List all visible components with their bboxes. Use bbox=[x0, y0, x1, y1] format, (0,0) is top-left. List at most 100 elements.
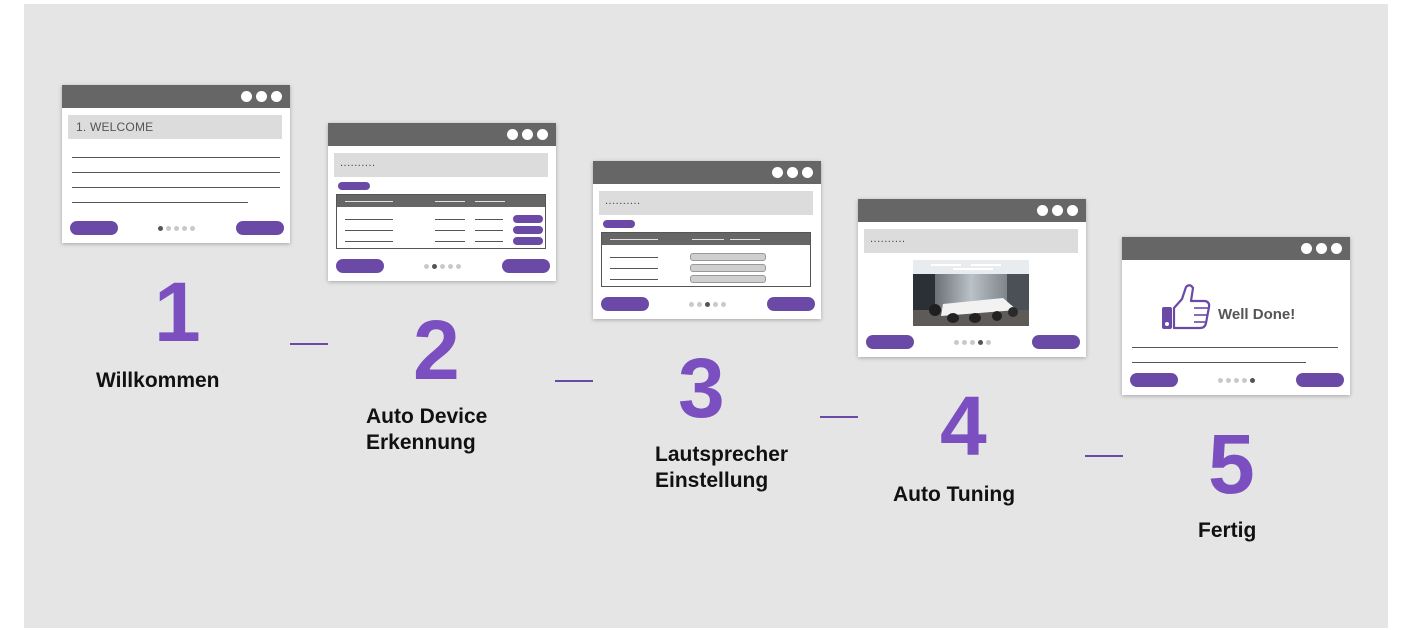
row-action-button[interactable] bbox=[513, 215, 543, 223]
page-indicator bbox=[1218, 378, 1255, 383]
step-3-number: 3 bbox=[678, 341, 725, 435]
speaker-slider[interactable] bbox=[690, 253, 766, 261]
process-diagram-canvas: 1. WELCOME .......... .......... .......… bbox=[24, 4, 1388, 628]
connector-dash bbox=[290, 343, 328, 345]
back-button[interactable] bbox=[866, 335, 914, 349]
screen-header: 1. WELCOME bbox=[68, 115, 282, 139]
row-action-button[interactable] bbox=[513, 226, 543, 234]
window-titlebar bbox=[62, 85, 290, 108]
content-line bbox=[72, 187, 280, 188]
step-3-window: .......... bbox=[593, 161, 821, 319]
page-dot bbox=[954, 340, 959, 345]
window-titlebar bbox=[858, 199, 1086, 222]
test-button[interactable] bbox=[603, 220, 635, 228]
step-1-label: Willkommen bbox=[96, 369, 220, 392]
step-3-label: Lautsprecher Einstellung bbox=[655, 443, 789, 492]
page-indicator bbox=[689, 302, 726, 307]
screen-title: .......... bbox=[870, 233, 906, 245]
table-row bbox=[610, 257, 658, 258]
page-dot bbox=[689, 302, 694, 307]
page-dot bbox=[705, 302, 710, 307]
next-button[interactable] bbox=[502, 259, 550, 273]
step-1-number: 1 bbox=[154, 265, 201, 359]
page-dot bbox=[962, 340, 967, 345]
screen-header: .......... bbox=[864, 229, 1078, 253]
page-dot bbox=[1250, 378, 1255, 383]
back-button[interactable] bbox=[601, 297, 649, 311]
page-dot bbox=[456, 264, 461, 269]
next-button[interactable] bbox=[767, 297, 815, 311]
step-4-label: Auto Tuning bbox=[893, 483, 1016, 506]
page-dot bbox=[432, 264, 437, 269]
speaker-slider[interactable] bbox=[690, 275, 766, 283]
content-line bbox=[1132, 347, 1338, 348]
scan-button[interactable] bbox=[338, 182, 370, 190]
screen-title: .......... bbox=[340, 157, 376, 169]
screen-title: 1. WELCOME bbox=[76, 120, 154, 134]
window-controls-icon bbox=[772, 167, 813, 178]
done-message: Well Done! bbox=[1218, 306, 1296, 323]
table-header bbox=[602, 233, 810, 245]
table-header bbox=[337, 195, 545, 207]
window-titlebar bbox=[593, 161, 821, 184]
content-line bbox=[72, 172, 280, 173]
back-button[interactable] bbox=[336, 259, 384, 273]
conference-room-photo bbox=[913, 260, 1029, 326]
step-4-window: .......... bbox=[858, 199, 1086, 357]
step-2-number: 2 bbox=[413, 303, 460, 397]
table-row bbox=[435, 230, 465, 231]
page-dot bbox=[970, 340, 975, 345]
next-button[interactable] bbox=[236, 221, 284, 235]
table-row bbox=[475, 230, 503, 231]
speaker-slider[interactable] bbox=[690, 264, 766, 272]
step-5-window: Well Done! bbox=[1122, 237, 1350, 395]
connector-dash bbox=[1085, 455, 1123, 457]
table-row bbox=[475, 241, 503, 242]
back-button[interactable] bbox=[70, 221, 118, 235]
page-dot bbox=[1242, 378, 1247, 383]
page-dot bbox=[182, 226, 187, 231]
window-controls-icon bbox=[1037, 205, 1078, 216]
window-controls-icon bbox=[1301, 243, 1342, 254]
page-dot bbox=[1234, 378, 1239, 383]
page-indicator bbox=[954, 340, 991, 345]
back-button[interactable] bbox=[1130, 373, 1178, 387]
page-dot bbox=[190, 226, 195, 231]
page-dot bbox=[721, 302, 726, 307]
table-row bbox=[475, 219, 503, 220]
step-5-number: 5 bbox=[1208, 417, 1255, 511]
speaker-table bbox=[601, 232, 811, 287]
page-dot bbox=[713, 302, 718, 307]
page-indicator bbox=[424, 264, 461, 269]
table-row bbox=[345, 219, 393, 220]
step-2-label: Auto Device Erkennung bbox=[366, 405, 488, 454]
finish-button[interactable] bbox=[1296, 373, 1344, 387]
content-line bbox=[1132, 362, 1306, 363]
page-dot bbox=[440, 264, 445, 269]
window-controls-icon bbox=[507, 129, 548, 140]
next-button[interactable] bbox=[1032, 335, 1080, 349]
table-row bbox=[345, 241, 393, 242]
content-line bbox=[72, 202, 248, 203]
screen-header: .......... bbox=[599, 191, 813, 215]
step-4-number: 4 bbox=[940, 379, 987, 473]
page-dot bbox=[158, 226, 163, 231]
page-dot bbox=[697, 302, 702, 307]
step-5-label: Fertig bbox=[1198, 519, 1257, 542]
page-dot bbox=[978, 340, 983, 345]
device-table bbox=[336, 194, 546, 249]
step-1-window: 1. WELCOME bbox=[62, 85, 290, 243]
table-row bbox=[345, 230, 393, 231]
content-line bbox=[72, 157, 280, 158]
screen-header: .......... bbox=[334, 153, 548, 177]
step-2-window: .......... bbox=[328, 123, 556, 281]
table-row bbox=[610, 279, 658, 280]
window-titlebar bbox=[328, 123, 556, 146]
page-dot bbox=[986, 340, 991, 345]
page-dot bbox=[1218, 378, 1223, 383]
row-action-button[interactable] bbox=[513, 237, 543, 245]
page-indicator bbox=[158, 226, 195, 231]
table-row bbox=[435, 219, 465, 220]
connector-dash bbox=[820, 416, 858, 418]
thumbs-up-icon bbox=[1160, 281, 1212, 333]
